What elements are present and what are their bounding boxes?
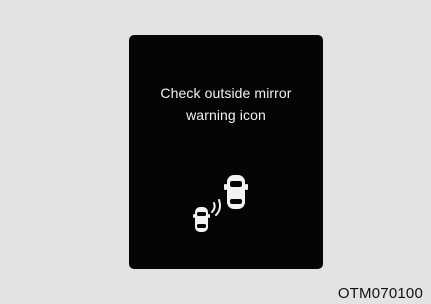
detection-waves-icon bbox=[211, 199, 221, 216]
warning-message: Check outside mirror warning icon bbox=[129, 82, 323, 126]
warning-message-line-2: warning icon bbox=[186, 107, 266, 123]
own-car-icon bbox=[224, 175, 248, 209]
blind-spot-warning-icon bbox=[193, 175, 248, 232]
cluster-display-panel: Check outside mirror warning icon bbox=[129, 35, 323, 269]
warning-message-line-1: Check outside mirror bbox=[160, 85, 292, 101]
figure-code-caption: OTM070100 bbox=[337, 285, 423, 302]
approaching-car-icon bbox=[193, 207, 210, 232]
